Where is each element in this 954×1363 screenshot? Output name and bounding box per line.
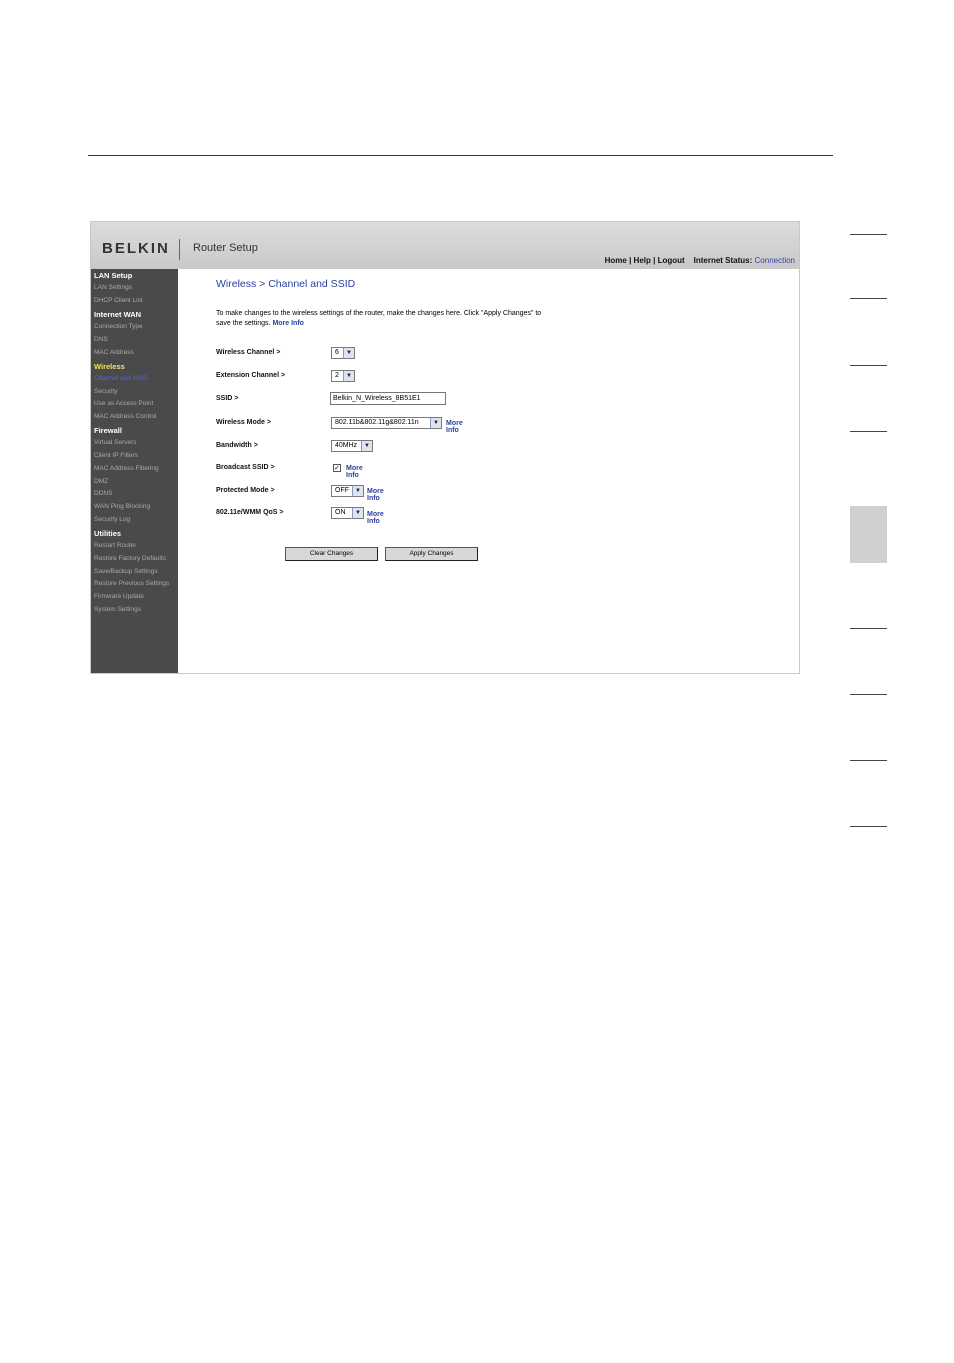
sidebar-item-connection-type[interactable]: Connection Type <box>94 323 143 330</box>
link-separator: | <box>653 256 656 265</box>
home-link[interactable]: Home <box>605 256 627 265</box>
chapter-tab-6 <box>850 628 887 629</box>
sidebar-item-restart-router[interactable]: Restart Router <box>94 542 136 549</box>
sidebar-section-lan-setup[interactable]: LAN Setup <box>94 271 132 280</box>
extension-channel-select[interactable]: 2 ▼ <box>331 370 355 382</box>
wmm-qos-value: ON <box>335 509 346 516</box>
belkin-logo: BELKIN <box>102 240 170 257</box>
wireless-mode-select[interactable]: 802.11b&802.11g&802.11n ▼ <box>331 417 442 429</box>
broadcast-ssid-label: Broadcast SSID > <box>216 464 275 471</box>
chapter-tab-2 <box>850 298 887 299</box>
broadcast-ssid-more-info-link[interactable]: More Info <box>346 465 363 479</box>
bandwidth-value: 40MHz <box>335 442 358 449</box>
sidebar-item-lan-settings[interactable]: LAN Settings <box>94 284 132 291</box>
sidebar-item-system-settings[interactable]: System Settings <box>94 606 141 613</box>
bandwidth-select[interactable]: 40MHz ▼ <box>331 440 373 452</box>
logo-divider <box>179 239 180 260</box>
sidebar-section-wireless[interactable]: Wireless <box>94 362 125 371</box>
help-link[interactable]: Help <box>634 256 651 265</box>
chevron-down-icon: ▼ <box>361 441 372 451</box>
sidebar-item-dns[interactable]: DNS <box>94 336 108 343</box>
wireless-channel-label: Wireless Channel > <box>216 349 281 356</box>
apply-changes-button[interactable]: Apply Changes <box>385 547 478 561</box>
sidebar-item-ddns[interactable]: DDNS <box>94 490 112 497</box>
wireless-channel-value: 6 <box>335 349 339 356</box>
chapter-tab-1 <box>850 234 887 235</box>
sidebar-item-wan-ping-blocking[interactable]: WAN Ping Blocking <box>94 503 150 510</box>
sidebar-item-firmware-update[interactable]: Firmware Update <box>94 593 144 600</box>
wireless-mode-label: Wireless Mode > <box>216 419 271 426</box>
sidebar-item-restore-factory-defaults[interactable]: Restore Factory Defaults <box>94 555 166 562</box>
sidebar-item-security[interactable]: Security <box>94 388 117 395</box>
router-ui-screenshot: BELKIN Router Setup Home | Help | Logout… <box>90 221 800 674</box>
clear-changes-button[interactable]: Clear Changes <box>285 547 378 561</box>
extension-channel-label: Extension Channel > <box>216 372 286 379</box>
sidebar-section-utilities[interactable]: Utilities <box>94 529 121 538</box>
intro-more-info-link[interactable]: More Info <box>272 320 304 327</box>
chevron-down-icon: ▼ <box>430 418 441 428</box>
wmm-qos-select[interactable]: ON ▼ <box>331 507 364 519</box>
chapter-tab-3 <box>850 365 887 366</box>
sidebar-item-use-as-access-point[interactable]: Use as Access Point <box>94 400 153 407</box>
top-links: Home | Help | Logout Internet Status: Co… <box>605 256 795 265</box>
sidebar-item-virtual-servers[interactable]: Virtual Servers <box>94 439 137 446</box>
page-title: Wireless > Channel and SSID <box>216 278 356 290</box>
sidebar-item-security-log[interactable]: Security Log <box>94 516 130 523</box>
internet-status-label: Internet Status: <box>693 256 753 265</box>
sidebar-section-firewall[interactable]: Firewall <box>94 426 122 435</box>
intro-body: To make changes to the wireless settings… <box>216 310 542 327</box>
chapter-tab-4 <box>850 431 887 432</box>
sidebar-item-mac-address[interactable]: MAC Address <box>94 349 134 356</box>
wireless-mode-more-info-link[interactable]: More Info <box>446 420 463 434</box>
sidebar-item-client-ip-filters[interactable]: Client IP Filters <box>94 452 138 459</box>
broadcast-ssid-checkbox[interactable]: ✓ <box>333 464 341 472</box>
chapter-tabs <box>850 0 888 1363</box>
chevron-down-icon: ▼ <box>352 508 363 518</box>
bandwidth-label: Bandwidth > <box>216 442 258 449</box>
header-bar: BELKIN Router Setup Home | Help | Logout… <box>91 222 799 269</box>
chevron-down-icon: ▼ <box>343 348 354 358</box>
wmm-qos-label: 802.11e/WMM QoS > <box>216 509 284 516</box>
wireless-channel-select[interactable]: 6 ▼ <box>331 347 355 359</box>
wmm-qos-more-info-link[interactable]: More Info <box>367 511 384 525</box>
sidebar-item-dhcp-client-list[interactable]: DHCP Client List <box>94 297 143 304</box>
chevron-down-icon: ▼ <box>352 486 363 496</box>
wireless-mode-value: 802.11b&802.11g&802.11n <box>335 419 419 426</box>
sidebar-item-dmz[interactable]: DMZ <box>94 478 108 485</box>
sidebar-item-save-backup-settings[interactable]: Save/Backup Settings <box>94 568 158 575</box>
chevron-down-icon: ▼ <box>343 371 354 381</box>
protected-mode-select[interactable]: OFF ▼ <box>331 485 364 497</box>
sidebar: LAN Setup LAN Settings DHCP Client List … <box>91 269 178 673</box>
logout-link[interactable]: Logout <box>658 256 685 265</box>
sidebar-item-mac-address-filtering[interactable]: MAC Address Filtering <box>94 465 159 472</box>
chapter-tab-active <box>850 506 887 563</box>
ssid-input[interactable]: Belkin_N_Wireless_8B51E1 <box>330 392 446 405</box>
sidebar-item-channel-and-ssid[interactable]: Channel and SSID <box>94 375 148 382</box>
link-separator: | <box>629 256 632 265</box>
page-top-rule <box>88 155 833 156</box>
protected-mode-more-info-link[interactable]: More Info <box>367 488 384 502</box>
sidebar-section-internet-wan[interactable]: Internet WAN <box>94 310 141 319</box>
protected-mode-value: OFF <box>335 487 349 494</box>
sidebar-item-mac-address-control[interactable]: MAC Address Control <box>94 413 157 420</box>
intro-text: To make changes to the wireless settings… <box>216 309 546 329</box>
chapter-tab-7 <box>850 694 887 695</box>
chapter-tab-9 <box>850 826 887 827</box>
chapter-tab-8 <box>850 760 887 761</box>
ssid-label: SSID > <box>216 395 239 402</box>
sidebar-item-restore-previous-settings[interactable]: Restore Previous Settings <box>94 580 169 587</box>
extension-channel-value: 2 <box>335 372 339 379</box>
app-title: Router Setup <box>193 242 258 254</box>
internet-status-value: Connection <box>754 256 795 265</box>
protected-mode-label: Protected Mode > <box>216 487 275 494</box>
